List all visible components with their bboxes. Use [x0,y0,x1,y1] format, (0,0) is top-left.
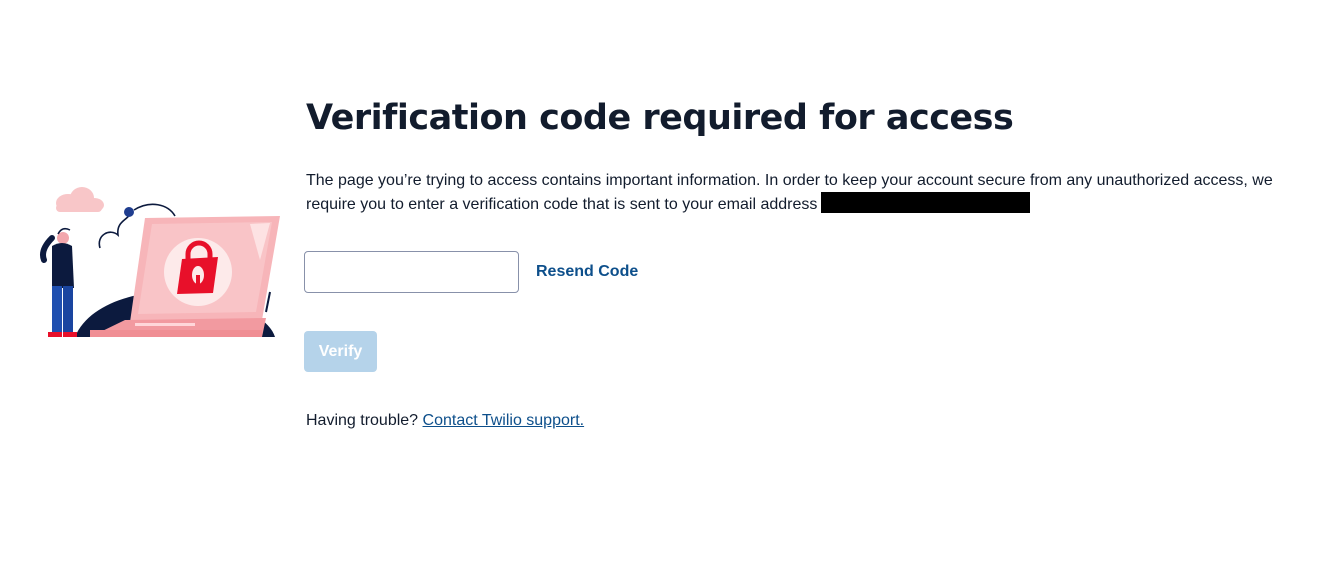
page-title: Verification code required for access [306,98,1014,138]
code-entry-row: Resend Code [304,251,638,293]
description-text: The page you’re trying to access contain… [306,172,1273,213]
help-prefix: Having trouble? [306,412,419,429]
padlock-icon [164,238,232,306]
redacted-email [821,192,1031,213]
page-description: The page you’re trying to access contain… [306,170,1291,216]
verification-code-input[interactable] [304,251,519,293]
person-figure [40,227,77,337]
contact-support-link[interactable]: Contact Twilio support. [423,412,585,429]
verify-button[interactable]: Verify [304,331,377,372]
resend-code-link[interactable]: Resend Code [536,263,638,281]
verification-page: Verification code required for access Th… [0,0,1326,563]
laptop-lock-illustration [40,187,280,337]
help-text: Having trouble? Contact Twilio support. [306,411,584,431]
cloud-icon [56,187,104,212]
verification-content: Verification code required for access Th… [304,96,1296,429]
